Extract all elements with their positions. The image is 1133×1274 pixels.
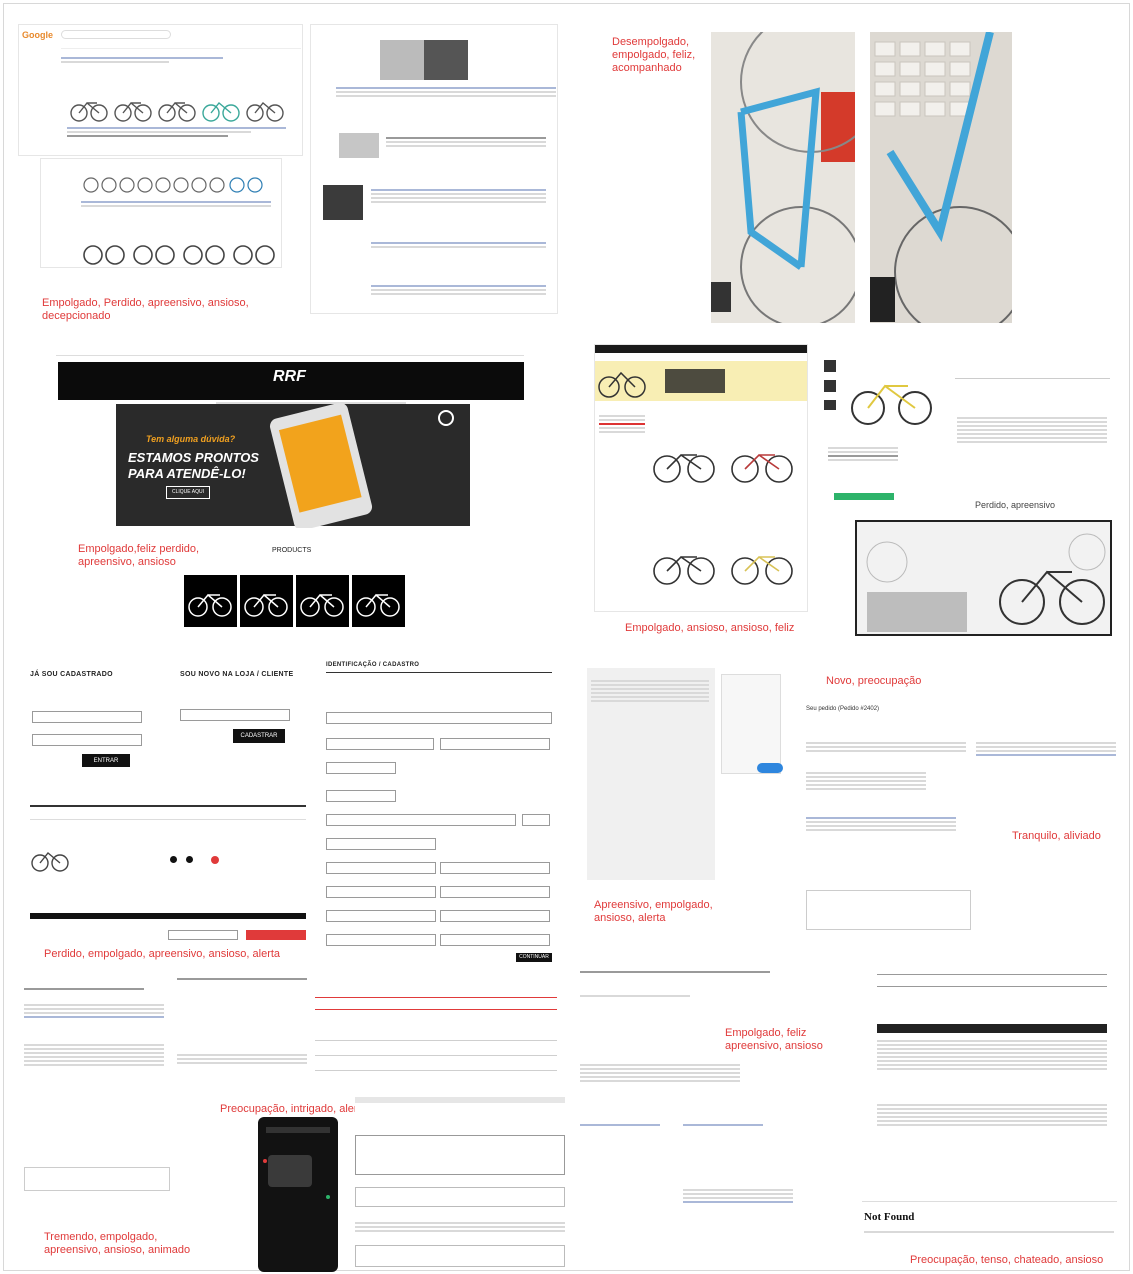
caption-9: Tranquilo, aliviado — [1012, 830, 1101, 842]
color-swatch-black-1[interactable] — [170, 856, 177, 863]
products-label: PRODUCTS — [272, 547, 312, 554]
search-results-panel: Google — [18, 24, 303, 156]
login-panel: JÁ SOU CADASTRADO SOU NOVO NA LOJA / CLI… — [28, 667, 308, 767]
bike-frame-drawing-1 — [711, 32, 855, 323]
site-logo: RRF — [273, 368, 306, 385]
browser-bar[interactable] — [862, 1195, 1117, 1202]
geometry-chart-panel — [855, 520, 1112, 636]
search-results-panel-2 — [40, 158, 282, 268]
checkout-button[interactable] — [246, 930, 306, 940]
color-swatch-red[interactable] — [211, 856, 219, 864]
registration-form-panel: IDENTIFICAÇÃO / CADASTRO CONTINUAR — [322, 660, 554, 965]
caption-5: Perdido, apreensivo — [975, 500, 1056, 510]
order-detail-panel: Seu pedido (Pedido #2402) — [806, 700, 971, 932]
caption-11: Empolgado, feliz apreensivo, ansioso — [725, 1027, 823, 1052]
bike-frame-drawing-2 — [870, 32, 1012, 323]
invoice-panel — [355, 1095, 565, 1270]
order-title: Seu pedido (Pedido #2402) — [806, 706, 880, 712]
geometry-drawing — [866, 533, 1106, 632]
order-receipt-panel — [877, 972, 1107, 1167]
image-strip — [336, 40, 556, 80]
bike-row-search-2 — [83, 177, 263, 193]
checkout-steps-panel — [585, 658, 785, 883]
search-logo: Google — [22, 30, 53, 40]
status-panel — [972, 660, 1120, 810]
caption-10: Preocupação, intrigado, alerta — [220, 1103, 367, 1115]
login-email-field[interactable] — [32, 711, 142, 723]
bike-row-search — [70, 102, 284, 122]
existing-customer-title: JÁ SOU CADASTRADO — [30, 671, 113, 678]
notification-dot — [263, 1159, 267, 1163]
not-found-panel: Not Found — [862, 1193, 1120, 1243]
not-found-title: Not Found — [864, 1211, 915, 1223]
register-button[interactable]: CADASTRAR — [233, 729, 285, 743]
whatsapp-icon[interactable] — [438, 410, 454, 426]
chat-bubble — [268, 1155, 312, 1187]
hero-banner: Tem alguma dúvida? ESTAMOS PRONTOS PARA … — [116, 401, 470, 528]
shop-bike-grid — [653, 453, 793, 585]
caption-13: Tremendo, empolgado, apreensivo, ansioso… — [44, 1231, 191, 1256]
image-search-panel — [310, 24, 558, 314]
size-search[interactable] — [955, 371, 1110, 379]
step-button[interactable] — [757, 763, 783, 773]
caption-7: Apreensivo, empolgado, ansioso, alerta — [594, 899, 713, 924]
status-change-panel — [175, 972, 315, 1092]
shop-banner-bike — [598, 369, 725, 398]
caption-8: Novo, preocupação — [826, 675, 922, 687]
bike-shop-panel — [594, 344, 808, 612]
login-password-field[interactable] — [32, 734, 142, 746]
search-tabs — [61, 45, 301, 49]
hero-phone — [268, 401, 374, 528]
new-customer-title: SOU NOVO NA LOJA / CLIENTE — [180, 671, 294, 678]
buy-button[interactable] — [834, 493, 894, 500]
caption-1: Empolgado, Perdido, apreensivo, ansioso,… — [42, 297, 249, 322]
orders-table-panel — [315, 995, 557, 1085]
caption-3: Empolgado,feliz perdido, apreensivo, ans… — [78, 543, 200, 568]
cart-bike-thumb — [31, 852, 69, 872]
caption-12: Preocupação, tenso, chateado, ansioso — [910, 1254, 1104, 1266]
caption-4: Empolgado, ansioso, ansioso, feliz — [625, 622, 795, 634]
phone-chat-screen — [258, 1117, 338, 1272]
size-table-panel — [955, 365, 1115, 515]
registration-title: IDENTIFICAÇÃO / CADASTRO — [326, 662, 420, 668]
product-detail-bike — [824, 360, 932, 425]
cart-panel — [28, 803, 308, 943]
enter-button[interactable]: ENTRAR — [82, 754, 130, 767]
caption-2: Desempolgado, empolgado, feliz, acompanh… — [612, 36, 696, 74]
hero-headline-2: PARA ATENDÊ-LO! — [128, 466, 246, 481]
online-dot — [326, 1195, 330, 1199]
support-site-panel: RRF Tem alguma dúvida? ESTAMOS PRONTOS P… — [56, 350, 524, 528]
bike-row-search-3 — [83, 245, 275, 265]
search-result-lines — [61, 55, 241, 65]
continue-shopping-button[interactable] — [168, 930, 238, 940]
hero-headline-1: ESTAMOS PRONTOS — [128, 450, 259, 465]
color-swatch-black-2[interactable] — [186, 856, 193, 863]
product-tile-bikes — [188, 593, 400, 617]
hero-question: Tem alguma dúvida? — [146, 434, 236, 444]
order-confirm-panel — [22, 982, 172, 1192]
site-header: RRF — [58, 362, 524, 400]
caption-6: Perdido, empolgado, apreensivo, ansioso,… — [44, 948, 281, 960]
bike-photo-1 — [711, 32, 855, 323]
registration-continue-button[interactable]: CONTINUAR — [516, 953, 552, 962]
register-email-field[interactable] — [180, 709, 290, 721]
order-status-panel — [578, 967, 798, 1267]
search-input[interactable] — [61, 30, 171, 39]
hero-cta-button[interactable]: CLIQUE AQUI — [166, 486, 210, 499]
bike-photo-2 — [870, 32, 1012, 323]
